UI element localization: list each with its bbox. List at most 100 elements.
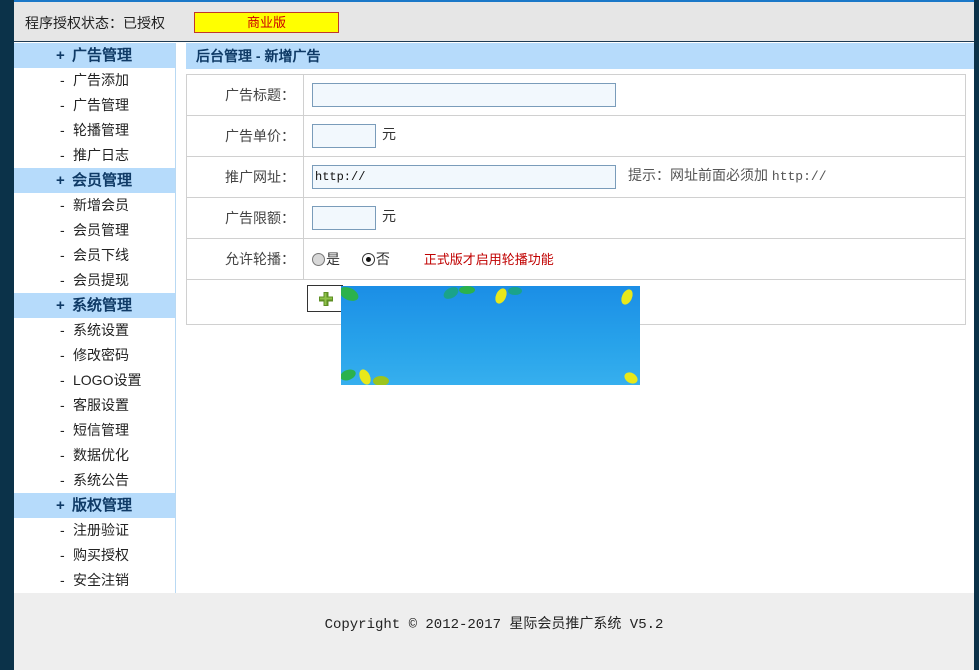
sidebar-item-label: 会员管理 <box>73 222 129 238</box>
carousel-no-label[interactable]: 否 <box>376 251 390 267</box>
footer: Copyright © 2012-2017 星际会员推广系统 V5.2 <box>14 593 974 670</box>
sidebar-item-buy-license[interactable]: - 购买授权 <box>14 543 175 568</box>
expand-icon: + <box>56 172 65 189</box>
sidebar-item-member-manage[interactable]: - 会员管理 <box>14 218 175 243</box>
form-row-title: 广告标题： <box>186 74 966 116</box>
leaf-shape <box>373 376 389 385</box>
sidebar-item-label: 短信管理 <box>73 422 129 438</box>
leaf-shape <box>495 288 507 304</box>
sidebar-item-label: 推广日志 <box>73 147 129 163</box>
ad-title-label: 广告标题： <box>186 74 304 116</box>
expand-icon: + <box>56 497 65 514</box>
sidebar-item-label: 广告管理 <box>73 97 129 113</box>
dash-icon: - <box>60 547 65 563</box>
dash-icon: - <box>60 222 65 238</box>
plus-icon <box>319 292 333 306</box>
leaf-shape <box>443 287 459 299</box>
sidebar-item-label: 注册验证 <box>73 522 129 538</box>
sidebar-group-system[interactable]: + 系统管理 <box>14 293 175 318</box>
sidebar-group-copyright[interactable]: + 版权管理 <box>14 493 175 518</box>
leaf-banner-image <box>341 286 640 385</box>
url-hint-code: http:// <box>771 169 827 184</box>
sidebar-item-label: 新增会员 <box>73 197 129 213</box>
dash-icon: - <box>60 72 65 88</box>
dash-icon: - <box>60 147 65 163</box>
sidebar-group-label: 系统管理 <box>72 297 133 314</box>
top-bar: 程序授权状态：已授权 商业版 <box>14 2 974 42</box>
dash-icon: - <box>60 472 65 488</box>
promo-url-input[interactable] <box>312 165 616 189</box>
sidebar-item-logout[interactable]: - 安全注销 <box>14 568 175 593</box>
sidebar-item-ad-add[interactable]: - 广告添加 <box>14 68 175 93</box>
price-unit: 元 <box>382 126 396 142</box>
dash-icon: - <box>60 522 65 538</box>
sidebar-item-label: 安全注销 <box>73 572 129 588</box>
dash-icon: - <box>60 422 65 438</box>
sidebar-group-ads[interactable]: + 广告管理 <box>14 43 175 68</box>
dash-icon: - <box>60 122 65 138</box>
sidebar-item-member-downline[interactable]: - 会员下线 <box>14 243 175 268</box>
ad-title-input[interactable] <box>312 83 616 107</box>
sidebar-item-promo-log[interactable]: - 推广日志 <box>14 143 175 168</box>
carousel-yes-label[interactable]: 是 <box>326 251 340 267</box>
sidebar-item-system-settings[interactable]: - 系统设置 <box>14 318 175 343</box>
leaf-shape <box>341 369 356 381</box>
url-hint: 提示：网址前面必须加 http:// <box>628 167 827 184</box>
sidebar-item-register-verify[interactable]: - 注册验证 <box>14 518 175 543</box>
sidebar-item-label: 广告添加 <box>73 72 129 88</box>
form-row-price: 广告单价： 元 <box>186 115 966 157</box>
copyright-text: Copyright © 2012-2017 星际会员推广系统 V5.2 <box>324 617 664 633</box>
dash-icon: - <box>60 197 65 213</box>
expand-icon: + <box>56 47 65 64</box>
form-row-limit: 广告限额： 元 <box>186 197 966 239</box>
leaf-shape <box>508 287 522 295</box>
dash-icon: - <box>60 247 65 263</box>
sidebar-item-label: 轮播管理 <box>73 122 129 138</box>
sidebar-item-logo-settings[interactable]: - LOGO设置 <box>14 368 175 393</box>
url-hint-text: 提示：网址前面必须加 <box>628 167 772 183</box>
carousel-yes-radio[interactable] <box>312 253 325 266</box>
license-badge: 商业版 <box>194 12 339 33</box>
form-row-url: 推广网址： 提示：网址前面必须加 http:// <box>186 156 966 198</box>
dash-icon: - <box>60 372 65 388</box>
sidebar-group-members[interactable]: + 会员管理 <box>14 168 175 193</box>
dash-icon: - <box>60 97 65 113</box>
ad-limit-label: 广告限额： <box>186 197 304 239</box>
main-content: 后台管理 - 新增广告 广告标题： 广告单价： 元 推广网址： 提示：网址前面必… <box>186 43 974 593</box>
add-submit-button[interactable] <box>307 285 343 312</box>
carousel-no-radio[interactable] <box>361 253 375 266</box>
sidebar-item-label: 会员下线 <box>73 247 129 263</box>
sidebar-item-label: 系统公告 <box>73 472 129 488</box>
sidebar-item-member-withdraw[interactable]: - 会员提现 <box>14 268 175 293</box>
ad-limit-input[interactable] <box>312 206 376 230</box>
sidebar-item-change-password[interactable]: - 修改密码 <box>14 343 175 368</box>
sidebar-item-system-notice[interactable]: - 系统公告 <box>14 468 175 493</box>
carousel-label: 允许轮播： <box>186 238 304 280</box>
sidebar-item-ad-manage[interactable]: - 广告管理 <box>14 93 175 118</box>
sidebar-item-data-optimize[interactable]: - 数据优化 <box>14 443 175 468</box>
dash-icon: - <box>60 397 65 413</box>
ad-price-input[interactable] <box>312 124 376 148</box>
sidebar-item-sms-manage[interactable]: - 短信管理 <box>14 418 175 443</box>
expand-icon: + <box>56 297 65 314</box>
dash-icon: - <box>60 447 65 463</box>
sidebar-item-carousel-manage[interactable]: - 轮播管理 <box>14 118 175 143</box>
auth-status-text: 程序授权状态：已授权 <box>25 15 165 31</box>
leaf-shape <box>359 369 371 385</box>
sidebar-item-label: 购买授权 <box>73 547 129 563</box>
promo-url-label: 推广网址： <box>186 156 304 198</box>
sidebar-item-label: 客服设置 <box>73 397 129 413</box>
form-row-carousel: 允许轮播： 是 否 正式版才启用轮播功能 <box>186 238 966 280</box>
sidebar-nav: + 广告管理 - 广告添加 - 广告管理 - 轮播管理 - 推广日志 + 会员管理 - 新增会… <box>14 43 176 593</box>
sidebar-group-label: 会员管理 <box>72 172 133 189</box>
dash-icon: - <box>60 322 65 338</box>
app-frame: 程序授权状态：已授权 商业版 + 广告管理 - 广告添加 - 广告管理 - 轮播管理 -… <box>14 0 974 670</box>
sidebar-item-support-settings[interactable]: - 客服设置 <box>14 393 175 418</box>
carousel-notice: 正式版才启用轮播功能 <box>423 252 554 267</box>
sidebar-item-label: LOGO设置 <box>73 372 142 388</box>
sidebar-item-member-add[interactable]: - 新增会员 <box>14 193 175 218</box>
leaf-shape <box>624 372 638 384</box>
leaf-shape <box>459 286 475 294</box>
dash-icon: - <box>60 272 65 288</box>
sidebar-group-label: 广告管理 <box>72 47 133 64</box>
